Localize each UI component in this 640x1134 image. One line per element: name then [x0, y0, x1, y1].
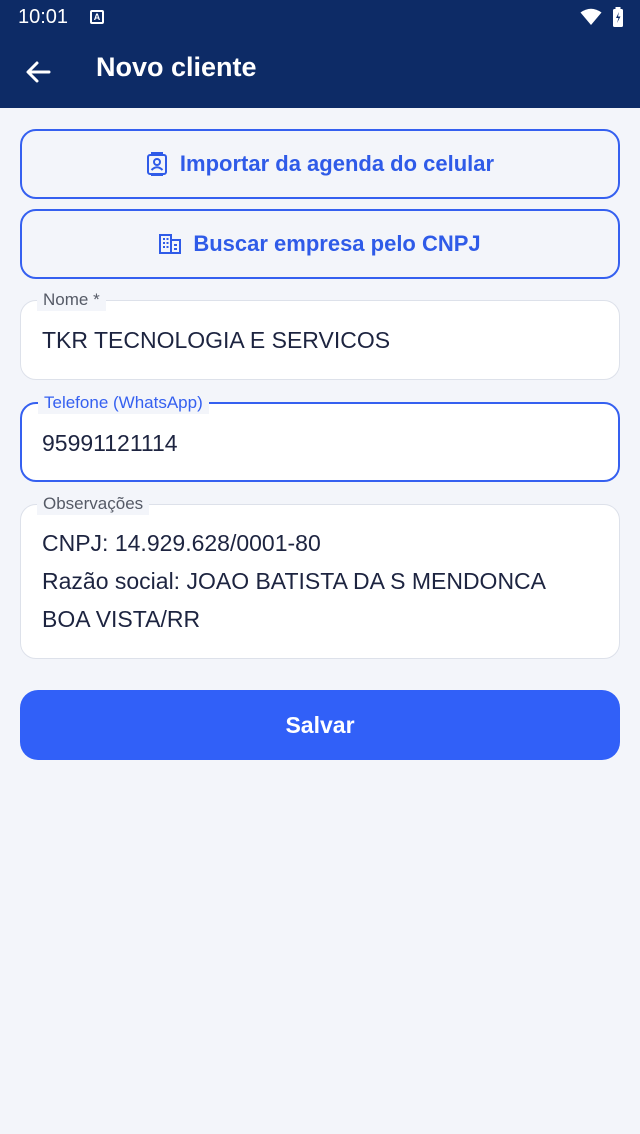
observacoes-label: Observações [37, 493, 150, 515]
search-cnpj-button[interactable]: Buscar empresa pelo CNPJ [20, 209, 620, 279]
telefone-field[interactable]: Telefone (WhatsApp) 95991121114 [20, 392, 620, 482]
observacoes-value: CNPJ: 14.929.628/0001-80 Razão social: J… [42, 524, 603, 638]
save-button[interactable]: Salvar [20, 690, 620, 760]
observacoes-line: Razão social: JOAO BATISTA DA S MENDONCA [42, 568, 547, 594]
app-bar: 10:01 A Novo cliente [0, 0, 640, 108]
building-icon [159, 234, 182, 254]
import-contacts-button[interactable]: Importar da agenda do celular [20, 129, 620, 199]
observacoes-field[interactable]: Observações CNPJ: 14.929.628/0001-80 Raz… [20, 493, 620, 659]
telefone-label: Telefone (WhatsApp) [38, 392, 209, 414]
wifi-icon [580, 8, 602, 25]
page-title: Novo cliente [96, 52, 257, 82]
observacoes-line: BOA VISTA/RR [42, 606, 201, 632]
observacoes-line: CNPJ: 14.929.628/0001-80 [42, 530, 321, 556]
status-time: 10:01 [18, 6, 69, 28]
import-contacts-label: Importar da agenda do celular [179, 151, 495, 176]
nome-label: Nome * [37, 289, 106, 311]
notification-icon: A [90, 10, 104, 24]
nome-field[interactable]: Nome * TKR TECNOLOGIA E SERVICOS [20, 289, 620, 380]
nome-value: TKR TECNOLOGIA E SERVICOS [42, 327, 391, 353]
back-button[interactable] [18, 52, 58, 92]
telefone-value: 95991121114 [42, 430, 178, 456]
arrow-left-icon [26, 61, 51, 83]
battery-icon [613, 7, 623, 27]
contact-card-icon [146, 152, 167, 176]
search-cnpj-label: Buscar empresa pelo CNPJ [193, 231, 481, 256]
status-icons [580, 6, 624, 28]
